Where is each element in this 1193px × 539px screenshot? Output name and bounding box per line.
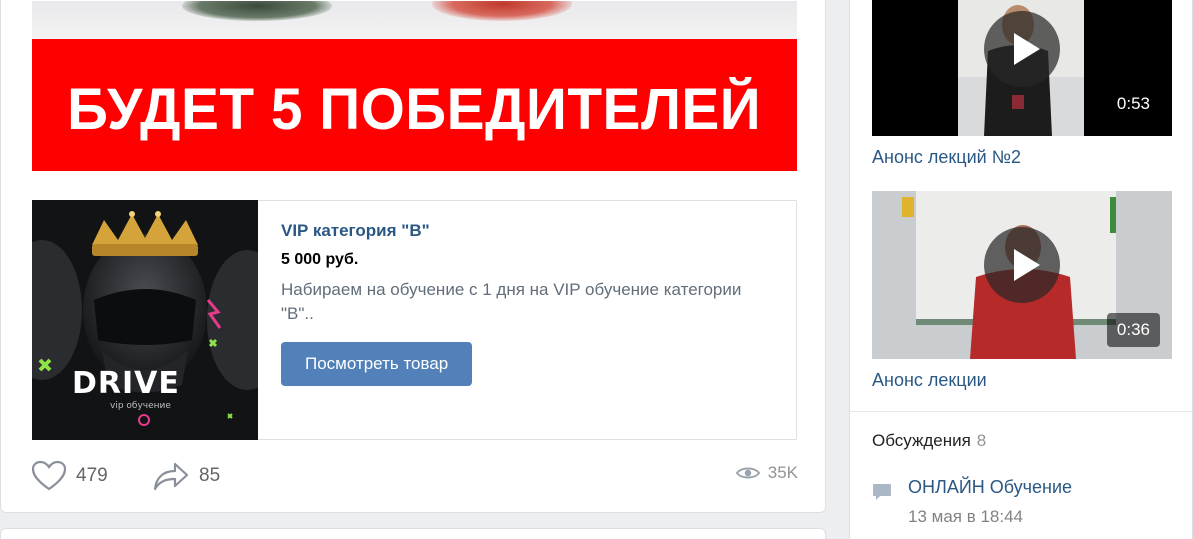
discussion-title-link[interactable]: ОНЛАЙН Обучение [908, 477, 1072, 498]
product-image[interactable]: DRIVE vip обучение [32, 200, 258, 440]
post-image-banner[interactable]: БУДЕТ 5 ПОБЕДИТЕЛЕЙ [32, 1, 797, 171]
comment-bubble-icon [873, 484, 891, 500]
video-duration: 0:53 [1106, 87, 1160, 121]
view-product-button[interactable]: Посмотреть товар [281, 342, 473, 386]
page: БУДЕТ 5 ПОБЕДИТЕЛЕЙ DRIVE vip обучение V… [0, 0, 1193, 539]
product-info: VIP категория "B" 5 000 руб. Набираем на… [281, 221, 761, 386]
drive-logo-subtitle: vip обучение [110, 401, 171, 411]
eye-icon [735, 467, 760, 479]
banner-photo [32, 1, 797, 39]
heart-icon [32, 461, 66, 491]
video-title-link[interactable]: Анонс лекции [872, 369, 987, 391]
drive-logo-text: DRIVE [72, 366, 180, 401]
banner-red-strip: БУДЕТ 5 ПОБЕДИТЕЛЕЙ [32, 39, 797, 171]
video-duration: 0:36 [1106, 313, 1160, 347]
banner-photo-object [432, 1, 572, 21]
play-icon[interactable] [984, 11, 1060, 87]
product-snippet[interactable]: DRIVE vip обучение VIP категория "B" 5 0… [32, 200, 797, 440]
share-arrow-icon [153, 462, 189, 491]
views-count: 35K [767, 463, 798, 482]
product-description: Набираем на обучение с 1 дня на VIP обуч… [281, 280, 742, 323]
post-card: БУДЕТ 5 ПОБЕДИТЕЛЕЙ DRIVE vip обучение V… [0, 0, 826, 513]
share-count: 85 [199, 465, 221, 486]
drive-logo-image: DRIVE vip обучение [32, 200, 258, 440]
banner-photo-object [182, 1, 332, 21]
next-post-card [0, 528, 826, 539]
like-button[interactable]: 479 [32, 461, 108, 491]
product-title-link[interactable]: VIP категория "B" [281, 221, 761, 241]
right-sidebar: 0:53 Анонс лекций №2 0:36 Анонс лекции О… [849, 0, 1193, 539]
divider [850, 411, 1192, 412]
discussions-title: Обсуждения [872, 431, 971, 450]
play-icon[interactable] [984, 227, 1060, 303]
video-thumbnail[interactable]: 0:53 [872, 0, 1172, 136]
views-counter: 35K [735, 463, 798, 483]
discussions-count: 8 [976, 431, 987, 450]
like-count: 479 [76, 465, 108, 486]
post-actions: 479 85 35K [32, 459, 798, 495]
video-title-link[interactable]: Анонс лекций №2 [872, 146, 1021, 168]
product-price: 5 000 руб. [281, 251, 359, 268]
banner-text: БУДЕТ 5 ПОБЕДИТЕЛЕЙ [67, 76, 762, 142]
discussions-header[interactable]: Обсуждения 8 [872, 431, 986, 451]
video-thumbnail[interactable]: 0:36 [872, 191, 1172, 359]
discussion-date: 13 мая в 18:44 [908, 507, 1023, 526]
share-button[interactable]: 85 [153, 461, 220, 491]
